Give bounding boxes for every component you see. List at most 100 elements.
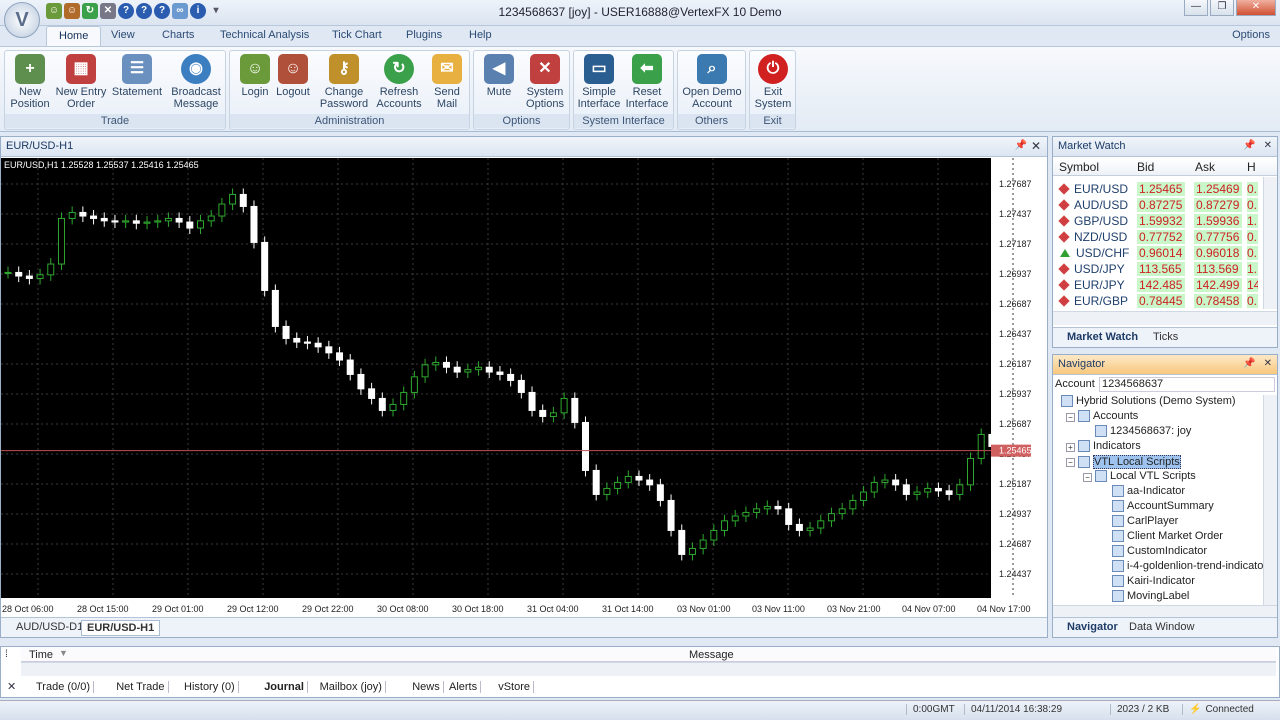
send-mail-button[interactable]: ✉ Send Mail [426,53,468,113]
candle-body[interactable] [485,366,493,373]
candle-body[interactable] [582,421,590,471]
candle-body[interactable] [271,289,279,327]
candle-body[interactable] [924,487,932,493]
candle-body[interactable] [389,403,397,411]
candle-body[interactable] [507,373,515,381]
tree-item[interactable]: AccountSummary [1112,500,1214,512]
candle-body[interactable] [261,241,269,291]
candle-body[interactable] [229,193,237,205]
statement-button[interactable]: ☰ Statement [111,53,163,113]
market-watch-row[interactable]: AUD/USD 0.87275 0.87279 0. [1053,197,1258,213]
candle-body[interactable] [913,491,921,495]
candle-body[interactable] [624,475,632,483]
col-h[interactable]: H [1247,160,1256,174]
terminal-tab[interactable]: Trade (0/0) [33,681,95,693]
pin-icon[interactable]: 📌 [1243,140,1255,151]
candle-body[interactable] [368,388,376,399]
new-position-button[interactable]: + New Position [7,53,53,113]
tab-view[interactable]: View [111,29,135,41]
broadcast-message-button[interactable]: ◉ Broadcast Message [169,53,223,113]
tree-item[interactable]: i-4-goldenlion-trend-indicator [1112,560,1267,572]
candle-body[interactable] [656,484,664,501]
exit-system-button[interactable]: ⏻ Exit System [750,53,796,113]
terminal-tab[interactable]: vStore [495,681,534,693]
candle-body[interactable] [827,513,835,522]
mute-button[interactable]: ◀ Mute [476,53,522,113]
candle-body[interactable] [945,490,953,495]
terminal-hscroll[interactable] [21,662,1276,676]
candle-body[interactable] [303,341,311,344]
terminal-tab[interactable]: History (0) [181,681,239,693]
terminal-pin-icon[interactable]: ⁞ [5,649,8,660]
candle-body[interactable] [239,193,247,207]
market-watch-row[interactable]: USD/CHF 0.96014 0.96018 0. [1053,245,1258,261]
col-message[interactable]: Message [689,649,734,661]
tree-item[interactable]: CustomIndicator [1112,545,1207,557]
tab-plugins[interactable]: Plugins [406,29,442,41]
candle-body[interactable] [881,479,889,483]
simple-interface-button[interactable]: ▭ Simple Interface [576,53,622,113]
candle-body[interactable] [132,220,140,224]
account-field[interactable]: 1234568637 [1099,377,1275,392]
candle-body[interactable] [36,274,44,279]
candle-body[interactable] [849,499,857,510]
col-time[interactable]: Time [29,649,53,661]
candle-body[interactable] [4,271,12,274]
tree-item[interactable]: 1234568637: joy [1095,425,1191,437]
tab-home[interactable]: Home [46,26,102,47]
terminal-tab[interactable]: Net Trade [113,681,169,693]
tree-item[interactable]: CarlPlayer [1112,515,1178,527]
chart-tab-eur-usd[interactable]: EUR/USD-H1 [81,620,161,636]
candle-body[interactable] [614,481,622,489]
candle-body[interactable] [432,361,440,366]
candle-body[interactable] [346,359,354,375]
tree-item[interactable]: MovingLabel [1112,590,1189,602]
candle-body[interactable] [282,325,290,339]
candle-body[interactable] [763,505,771,510]
tab-ticks[interactable]: Ticks [1153,331,1178,343]
tree-item[interactable]: aa-Indicator [1112,485,1185,497]
candle-body[interactable] [710,529,718,541]
candle-body[interactable] [197,220,205,229]
change-password-button[interactable]: ⚷ Change Password [318,53,370,113]
market-watch-row[interactable]: USD/JPY 113.565 113.569 1. [1053,261,1258,277]
tab-help[interactable]: Help [469,29,492,41]
restore-button[interactable]: ❐ [1210,0,1234,16]
market-watch-row[interactable]: EUR/GBP 0.78445 0.78458 0. [1053,293,1258,309]
candle-body[interactable] [464,369,472,373]
close-icon[interactable]: ✕ [1264,358,1272,369]
market-watch-row[interactable]: GBP/USD 1.59932 1.59936 1. [1053,213,1258,229]
ribbon-options-link[interactable]: Options [1232,29,1270,41]
candle-body[interactable] [79,211,87,217]
candle-body[interactable] [646,479,654,486]
col-ask[interactable]: Ask [1195,160,1215,174]
candle-body[interactable] [838,508,846,515]
candle-body[interactable] [400,391,408,405]
candle-body[interactable] [442,361,450,368]
navigator-vscroll[interactable] [1263,395,1277,607]
pin-icon[interactable]: 📌 [1243,358,1255,369]
market-watch-row[interactable]: EUR/JPY 142.485 142.499 14 [1053,277,1258,293]
refresh-accounts-button[interactable]: ↻ Refresh Accounts [373,53,425,113]
candle-body[interactable] [207,215,215,222]
price-chart[interactable]: 1.27687 1.27437 1.27187 1.26937 1.26687 1.264… [1,158,1047,618]
col-symbol[interactable]: Symbol [1059,160,1099,174]
tab-charts[interactable]: Charts [162,29,194,41]
candle-body[interactable] [902,484,910,495]
candle-body[interactable] [806,527,814,531]
candle-body[interactable] [967,457,975,486]
candle-body[interactable] [164,217,172,222]
tab-market-watch[interactable]: Market Watch [1067,331,1138,343]
candle-body[interactable] [667,499,675,531]
candle-body[interactable] [860,491,868,501]
candle-body[interactable] [57,217,65,265]
candle-body[interactable] [90,215,98,219]
tree-expander[interactable]: + [1066,443,1075,452]
col-bid[interactable]: Bid [1137,160,1154,174]
candle-body[interactable] [336,352,344,361]
candle-body[interactable] [111,220,119,223]
tree-item[interactable]: Kairi-Indicator [1112,575,1195,587]
candle-body[interactable] [154,220,162,223]
candle-body[interactable] [892,479,900,486]
candle-body[interactable] [517,379,525,393]
